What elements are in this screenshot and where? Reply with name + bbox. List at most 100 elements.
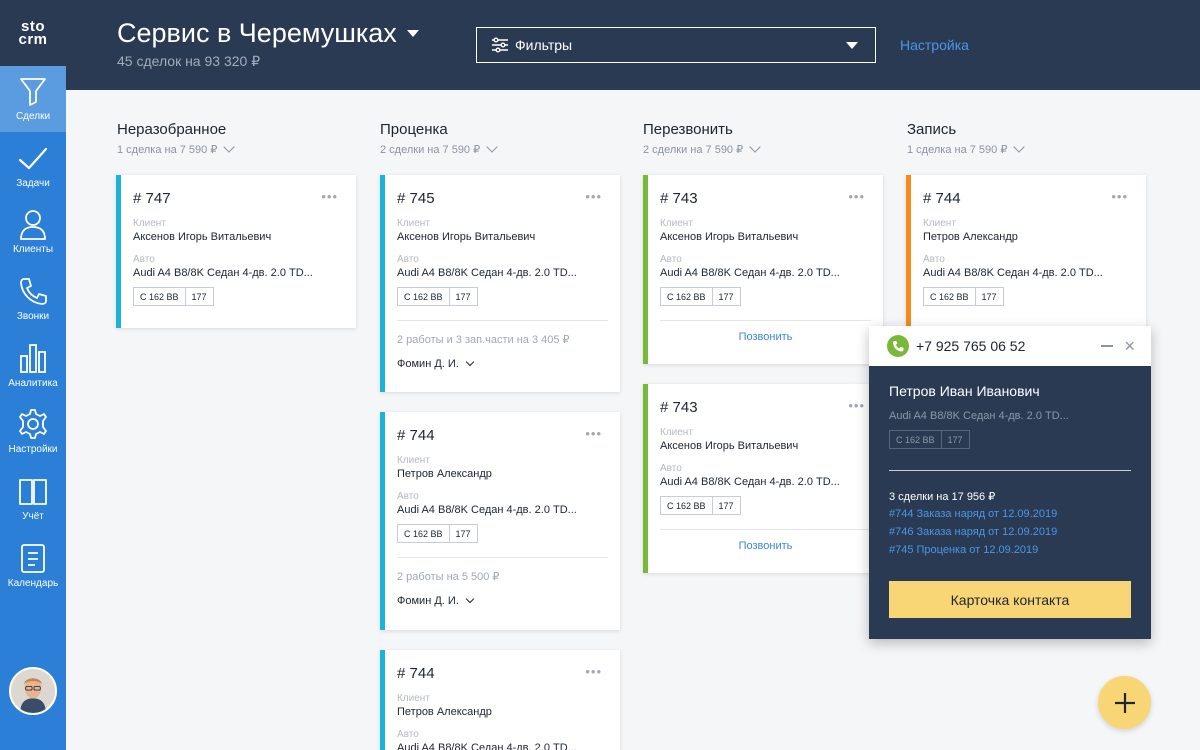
sidebar-item-label: Аналитика [8,378,58,389]
sliders-icon [492,37,508,53]
more-icon[interactable]: ••• [848,398,865,413]
assignee-name: Фомин Д. И. [397,358,459,370]
column-summary-text: 2 сделки на 7 590 ₽ [380,144,481,156]
call-button[interactable]: Позвонить [660,331,871,343]
logo-line-2: crm [18,31,48,48]
chevron-down-icon [1013,141,1025,153]
deal-card[interactable]: # 747 ••• Клиент Аксенов Игорь Витальеви… [116,175,356,328]
caller-car: Audi A4 B8/8K Седан 4-дв. 2.0 TD... [889,410,1069,422]
column-header: Проценка 2 сделки на 7 590 ₽ [380,121,498,156]
car-model: Audi A4 B8/8K Седан 4-дв. 2.0 TD... [923,267,1103,279]
client-label: Клиент [397,218,430,229]
phone-icon [20,278,47,305]
license-plate: С 162 ВВ 177 [397,287,478,306]
client-name: Аксенов Игорь Витальевич [397,231,536,243]
more-icon[interactable]: ••• [1111,189,1128,204]
top-header: Сервис в Черемушках 45 сделок на 93 320 … [66,0,1200,90]
plate-region: 177 [448,525,477,542]
deals-summary: 3 сделки на 17 956 ₽ [889,491,996,503]
assignee-selector[interactable]: Фомин Д. И. [397,594,608,607]
sidebar-item-settings[interactable]: Настройки [0,399,66,465]
minimize-icon[interactable] [1101,345,1113,347]
client-label: Клиент [660,218,693,229]
more-icon[interactable]: ••• [848,189,865,204]
sidebar-item-accounting[interactable]: Учёт [0,466,66,532]
more-icon[interactable]: ••• [321,189,338,204]
assignee-name: Фомин Д. И. [397,595,459,607]
deal-number: # 744 [397,665,435,682]
avatar[interactable] [9,667,57,715]
plate-number: С 162 ВВ [404,291,443,302]
deal-link[interactable]: #745 Проценка от 12.09.2019 [889,544,1038,556]
deal-number: # 744 [397,427,435,444]
incoming-call-popup: +7 925 765 06 52 × Петров Иван Иванович … [869,326,1151,639]
contact-card-button[interactable]: Карточка контакта [889,581,1131,618]
deal-card[interactable]: # 745 ••• Клиент Аксенов Игорь Витальеви… [380,175,620,392]
page-title: Сервис в Черемушках [117,18,397,48]
settings-link[interactable]: Настройка [900,37,969,53]
car-model: Audi A4 B8/8K Седан 4-дв. 2.0 TD... [660,476,840,488]
chevron-down-icon [846,42,858,49]
call-button[interactable]: Позвонить [660,540,871,552]
column-header: Перезвонить 2 сделки на 7 590 ₽ [643,121,761,156]
license-plate: С 162 ВВ 177 [660,287,741,306]
more-icon[interactable]: ••• [585,426,602,441]
filter-dropdown[interactable]: Фильтры [476,27,876,63]
filter-label: Фильтры [515,37,573,53]
plate-number: С 162 ВВ [140,291,179,302]
column-summary[interactable]: 1 сделка на 7 590 ₽ [907,141,1025,156]
divider [397,557,608,558]
deal-card[interactable]: # 744 ••• Клиент Петров Александр Авто A… [906,175,1146,328]
sidebar: sto crm Сделки Задачи Клиенты Звонки Ана… [0,0,66,750]
sidebar-item-analytics[interactable]: Аналитика [0,333,66,399]
add-deal-button[interactable] [1098,676,1151,729]
deal-card[interactable]: # 744 ••• Клиент Петров Александр Авто A… [380,650,620,750]
gear-icon [19,409,47,439]
license-plate: С 162 ВВ 177 [889,430,970,449]
assignee-selector[interactable]: Фомин Д. И. [397,357,608,370]
client-name: Петров Александр [397,468,492,480]
chevron-down-icon [465,357,475,367]
car-model: Audi A4 B8/8K Седан 4-дв. 2.0 TD... [133,267,313,279]
deal-card[interactable]: # 744 ••• Клиент Петров Александр Авто A… [380,412,620,630]
deal-number: # 743 [660,190,698,207]
deal-link[interactable]: #746 Заказа наряд от 12.09.2019 [889,526,1057,538]
chevron-down-icon [406,30,419,37]
more-icon[interactable]: ••• [585,189,602,204]
column-header: Неразобранное 1 сделка на 7 590 ₽ [117,121,235,156]
column-summary[interactable]: 1 сделка на 7 590 ₽ [117,141,235,156]
sidebar-item-tasks[interactable]: Задачи [0,133,66,199]
deal-link[interactable]: #744 Заказа наряд от 12.09.2019 [889,508,1057,520]
sidebar-item-label: Календарь [7,578,59,589]
sidebar-item-deals[interactable]: Сделки [0,66,66,132]
column-title: Неразобранное [117,121,227,138]
app-logo[interactable]: sto crm [0,0,66,66]
plate-region: 177 [974,288,1003,305]
sidebar-item-calendar[interactable]: Календарь [0,533,66,599]
book-icon [19,479,47,505]
workspace-selector[interactable]: Сервис в Черемушках [117,18,419,49]
deal-card[interactable]: # 743 ••• Клиент Аксенов Игорь Витальеви… [643,175,883,364]
column-summary-text: 1 сделка на 7 590 ₽ [907,144,1008,156]
close-icon[interactable]: × [1124,337,1135,355]
deal-card[interactable]: # 743 ••• Клиент Аксенов Игорь Витальеви… [643,384,883,573]
column-summary[interactable]: 2 сделки на 7 590 ₽ [643,141,761,156]
column-title: Проценка [380,121,448,138]
sidebar-item-calls[interactable]: Звонки [0,266,66,332]
divider [397,320,608,321]
client-label: Клиент [397,455,430,466]
plate-number: С 162 ВВ [667,291,706,302]
divider [660,529,871,530]
divider [660,320,871,321]
column-title: Запись [907,121,957,138]
client-name: Петров Александр [397,706,492,718]
license-plate: С 162 ВВ 177 [923,287,1004,306]
checkmark-icon [18,147,48,170]
column-summary[interactable]: 2 сделки на 7 590 ₽ [380,141,498,156]
caller-name[interactable]: Петров Иван Иванович [889,383,1040,399]
more-icon[interactable]: ••• [585,664,602,679]
plate-region: 177 [940,431,969,448]
plate-region: 177 [448,288,477,305]
car-label: Авто [660,463,682,474]
sidebar-item-clients[interactable]: Клиенты [0,199,66,265]
